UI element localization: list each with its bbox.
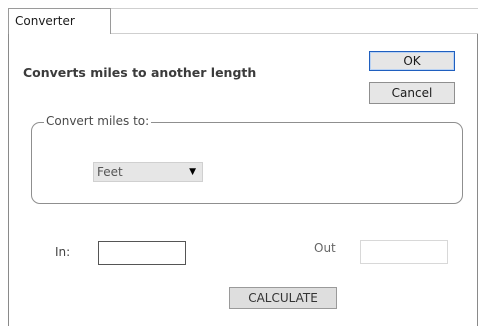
converter-window: Converter Converts miles to another leng… [0,0,486,326]
window-border-left [8,34,9,326]
out-label: Out [314,241,336,255]
group-legend: Convert miles to: [44,114,152,128]
unit-select[interactable]: Feet ▼ [93,162,203,182]
window-border-right [477,34,478,326]
tab-bar: Converter [8,8,478,34]
dropdown-arrow-icon: ▼ [189,167,196,177]
out-field [360,240,448,264]
tab-converter[interactable]: Converter [8,8,111,34]
in-field[interactable] [98,241,186,265]
cancel-button[interactable]: Cancel [369,82,455,104]
in-label: In: [55,245,71,259]
unit-select-value: Feet [97,165,123,179]
dialog-heading: Converts miles to another length [23,65,257,80]
ok-button[interactable]: OK [369,51,455,71]
calculate-button[interactable]: CALCULATE [229,287,337,309]
